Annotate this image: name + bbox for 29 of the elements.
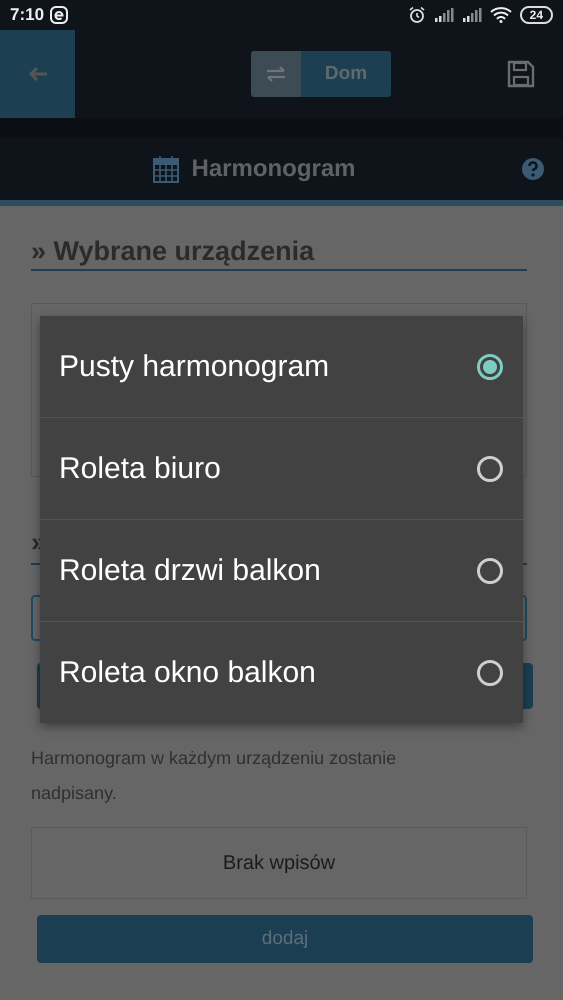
radio-button[interactable] xyxy=(477,558,503,584)
signal-icon xyxy=(462,8,482,22)
wifi-icon xyxy=(490,7,512,23)
option-label: Roleta okno balkon xyxy=(59,656,317,690)
radio-button[interactable] xyxy=(477,456,503,482)
battery-indicator: 24 xyxy=(520,6,553,24)
radio-button[interactable] xyxy=(477,660,503,686)
page-title: Harmonogram xyxy=(191,155,356,183)
help-icon[interactable] xyxy=(521,157,545,181)
browser-icon xyxy=(50,6,68,24)
dialog-option[interactable]: Pusty harmonogram xyxy=(40,316,523,417)
option-label: Roleta biuro xyxy=(59,452,222,486)
save-icon[interactable] xyxy=(507,60,535,88)
toggle-label: Dom xyxy=(301,51,391,97)
dialog-option[interactable]: Roleta biuro xyxy=(40,417,523,519)
radio-button[interactable] xyxy=(477,354,503,380)
option-label: Roleta drzwi balkon xyxy=(59,554,322,588)
option-label: Pusty harmonogram xyxy=(59,350,330,384)
swap-icon xyxy=(265,65,287,83)
overwrite-note: Harmonogram w każdym urządzeniu zostanie nadpisany. xyxy=(31,747,398,805)
entries-box: Brak wpisów xyxy=(31,827,527,899)
section-heading: » Wybrane urządzenia xyxy=(31,236,314,266)
signal-icon xyxy=(434,8,454,22)
dialog-option[interactable]: Roleta drzwi balkon xyxy=(40,519,523,621)
calendar-icon xyxy=(153,155,180,183)
alarm-icon xyxy=(408,6,426,24)
status-time: 7:10 xyxy=(10,5,44,25)
dialog-option[interactable]: Roleta okno balkon xyxy=(40,621,523,723)
back-arrow-icon xyxy=(28,66,48,82)
